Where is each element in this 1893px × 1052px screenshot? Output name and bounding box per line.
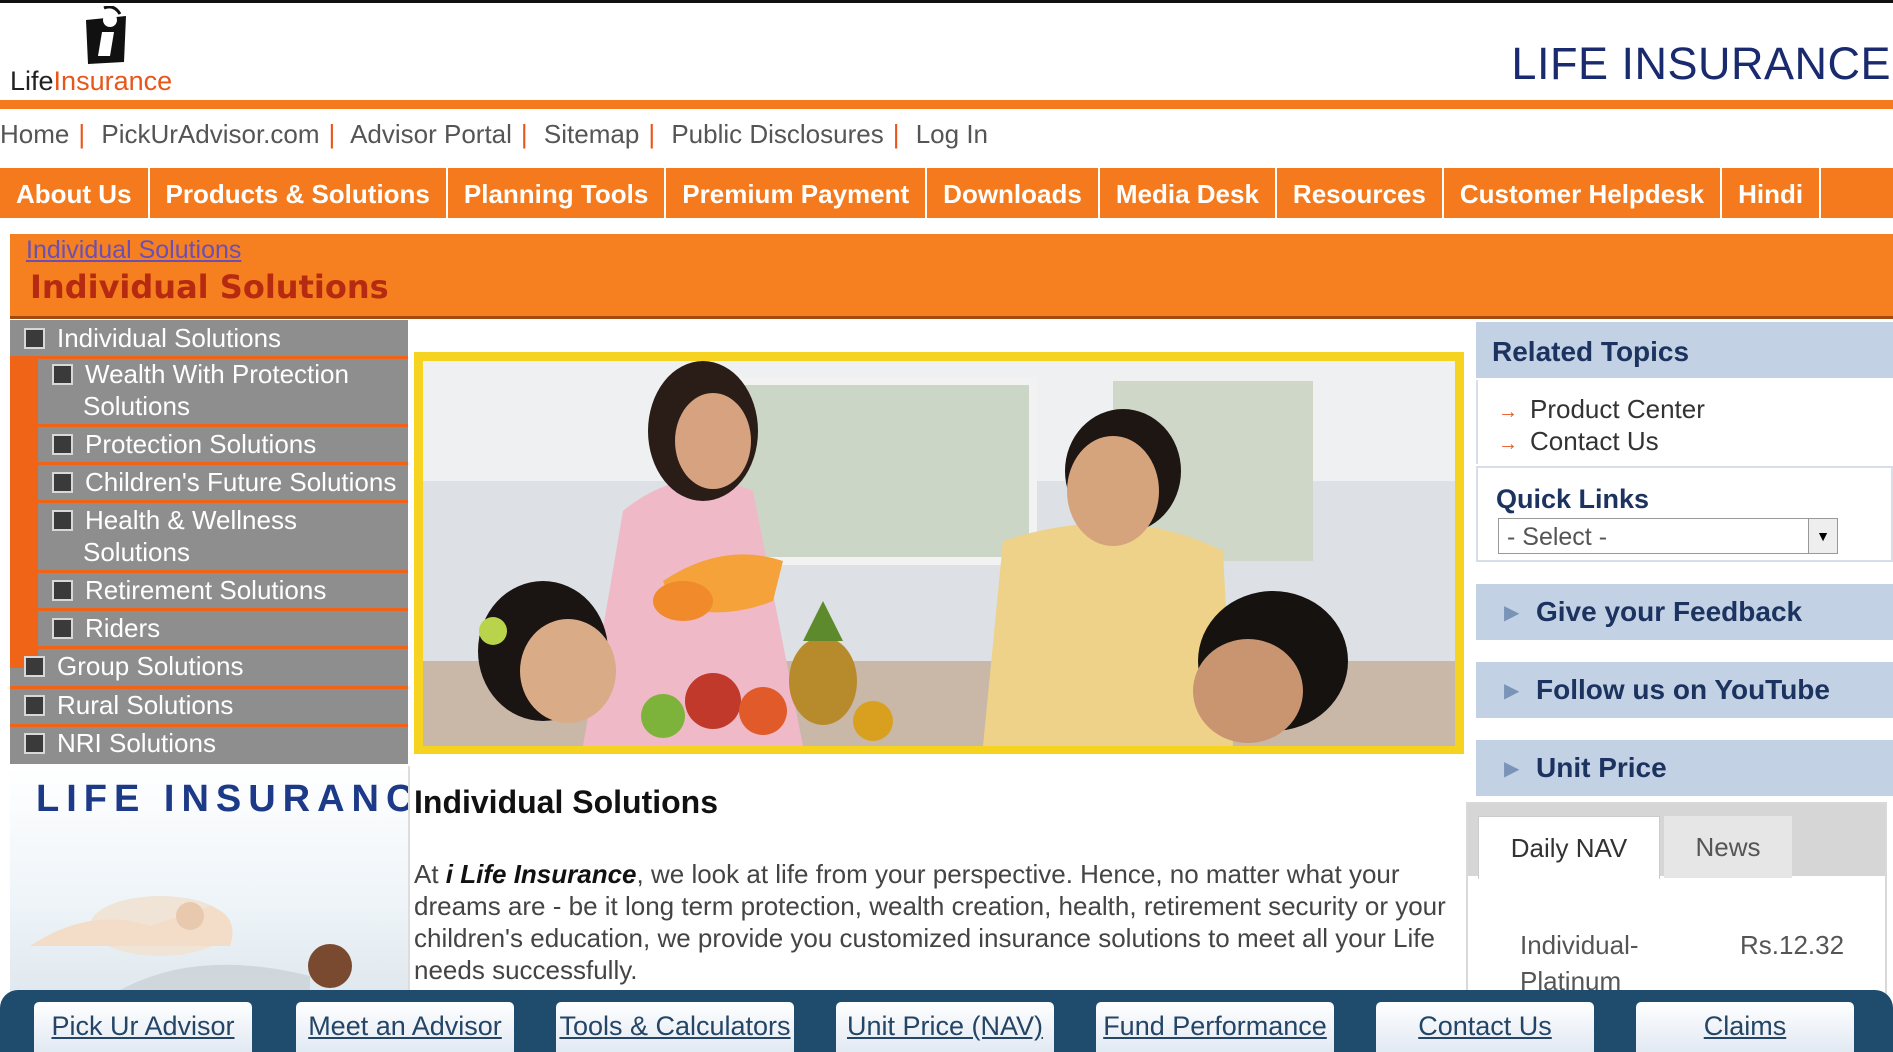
divider xyxy=(38,570,408,573)
nav-media-desk[interactable]: Media Desk xyxy=(1100,168,1277,218)
arrow-right-icon: → xyxy=(1498,433,1518,455)
brand-title: LIFE INSURANCE xyxy=(1511,38,1891,89)
left-nav-riders[interactable]: Riders xyxy=(52,612,160,644)
triangle-right-icon: ▶ xyxy=(1504,602,1520,624)
fund-value: Rs.12.32 xyxy=(1740,930,1845,960)
left-nav-childrens-future[interactable]: Children's Future Solutions xyxy=(52,466,396,498)
logo-i-mark xyxy=(86,6,126,64)
left-nav-protection-solutions[interactable]: Protection Solutions xyxy=(52,428,316,460)
bullet-icon xyxy=(52,617,73,639)
nav-products-solutions[interactable]: Products & Solutions xyxy=(150,168,448,218)
link-contact-us[interactable]: → Contact Us xyxy=(1498,426,1659,457)
unit-price-button[interactable]: ▶ Unit Price xyxy=(1476,740,1893,796)
nav-customer-helpdesk[interactable]: Customer Helpdesk xyxy=(1444,168,1723,218)
hero-family-image xyxy=(423,361,1455,746)
page-banner: Individual Solutions Individual Solution… xyxy=(10,234,1893,319)
bullet-icon xyxy=(24,327,45,349)
left-nav-retirement-solutions[interactable]: Retirement Solutions xyxy=(52,574,326,606)
bottom-unit-price-nav[interactable]: Unit Price (NAV) xyxy=(836,1002,1054,1052)
content-title: Individual Solutions xyxy=(414,784,718,820)
divider xyxy=(38,462,408,465)
bullet-icon xyxy=(52,363,73,385)
triangle-right-icon: ▶ xyxy=(1504,758,1520,780)
related-topics-header: Related Topics xyxy=(1476,322,1893,378)
logo-text: LifeInsurance xyxy=(10,66,173,96)
bullet-icon xyxy=(24,655,45,677)
content-body: At i Life Insurance, we look at life fro… xyxy=(414,859,1446,985)
breadcrumb[interactable]: Individual Solutions xyxy=(26,236,241,265)
left-nav-rural-solutions[interactable]: Rural Solutions xyxy=(24,689,233,721)
divider xyxy=(38,424,408,427)
life-insurance-promo[interactable]: LIFE INSURANCE xyxy=(10,766,410,996)
divider xyxy=(38,608,408,611)
give-feedback-button[interactable]: ▶ Give your Feedback xyxy=(1476,584,1893,640)
left-nav-wealth-with-protection[interactable]: Wealth With Protection Solutions xyxy=(52,358,349,422)
link-product-center[interactable]: → Product Center xyxy=(1498,394,1705,425)
tab-news[interactable]: News xyxy=(1664,816,1792,878)
left-nav-accent xyxy=(10,358,38,668)
top-border xyxy=(0,0,1893,3)
header-divider xyxy=(0,100,1893,109)
left-nav-health-wellness[interactable]: Health & Wellness Solutions xyxy=(52,504,297,568)
bottom-contact-us[interactable]: Contact Us xyxy=(1376,1002,1594,1052)
quick-links-select[interactable]: - Select - ▼ xyxy=(1498,518,1838,554)
promo-title: LIFE INSURANCE xyxy=(36,778,408,820)
bottom-tools-calculators[interactable]: Tools & Calculators xyxy=(556,1002,794,1052)
bottom-meet-an-advisor[interactable]: Meet an Advisor xyxy=(296,1002,514,1052)
left-nav-group-solutions[interactable]: Group Solutions xyxy=(24,650,243,682)
dropdown-arrow-icon[interactable]: ▼ xyxy=(1808,519,1837,553)
utility-links: Home | PickUrAdvisor.com | Advisor Portal |… xyxy=(0,119,989,149)
arrow-right-icon: → xyxy=(1498,401,1518,423)
bullet-icon xyxy=(52,579,73,601)
main-nav: About Us Products & Solutions Planning T… xyxy=(0,168,1893,218)
bullet-icon xyxy=(24,694,45,716)
quick-links-box: Quick Links - Select - ▼ xyxy=(1476,466,1893,562)
site-logo[interactable]: LifeInsurance xyxy=(8,4,198,96)
left-nav: Individual Solutions Wealth With Protect… xyxy=(10,320,408,764)
quick-links-title: Quick Links xyxy=(1496,484,1650,514)
bullet-icon xyxy=(52,433,73,455)
bullet-icon xyxy=(52,471,73,493)
bottom-fund-performance[interactable]: Fund Performance xyxy=(1096,1002,1334,1052)
link-advisor-portal[interactable]: Advisor Portal xyxy=(350,119,512,149)
bottom-claims[interactable]: Claims xyxy=(1636,1002,1854,1052)
divider xyxy=(10,646,408,649)
divider xyxy=(38,500,408,503)
bullet-icon xyxy=(52,509,73,531)
link-public-disclosures[interactable]: Public Disclosures xyxy=(671,119,883,149)
bottom-toolbar: Pick Ur Advisor Meet an Advisor Tools & … xyxy=(0,990,1893,1052)
related-topics-list: → Product Center → Contact Us xyxy=(1476,380,1893,464)
nav-resources[interactable]: Resources xyxy=(1277,168,1444,218)
nav-hindi[interactable]: Hindi xyxy=(1722,168,1822,218)
promo-family-image xyxy=(30,896,352,996)
link-home[interactable]: Home xyxy=(0,119,69,149)
triangle-right-icon: ▶ xyxy=(1504,680,1520,702)
nav-planning-tools[interactable]: Planning Tools xyxy=(448,168,667,218)
left-nav-nri-solutions[interactable]: NRI Solutions xyxy=(24,727,216,759)
link-pickuradvisor[interactable]: PickUrAdvisor.com xyxy=(101,119,319,149)
nav-premium-payment[interactable]: Premium Payment xyxy=(666,168,928,218)
nav-tab-strip: Daily NAV News xyxy=(1468,804,1885,879)
page-title: Individual Solutions xyxy=(30,268,389,306)
link-sitemap[interactable]: Sitemap xyxy=(544,119,639,149)
left-nav-individual-solutions[interactable]: Individual Solutions xyxy=(24,322,281,354)
brand-name: i Life Insurance xyxy=(445,859,637,889)
follow-youtube-button[interactable]: ▶ Follow us on YouTube xyxy=(1476,662,1893,718)
nav-downloads[interactable]: Downloads xyxy=(927,168,1100,218)
nav-about-us[interactable]: About Us xyxy=(0,168,150,218)
bullet-icon xyxy=(24,732,45,754)
link-log-in[interactable]: Log In xyxy=(916,119,988,149)
tab-daily-nav[interactable]: Daily NAV xyxy=(1478,816,1660,879)
bottom-pick-ur-advisor[interactable]: Pick Ur Advisor xyxy=(34,1002,252,1052)
